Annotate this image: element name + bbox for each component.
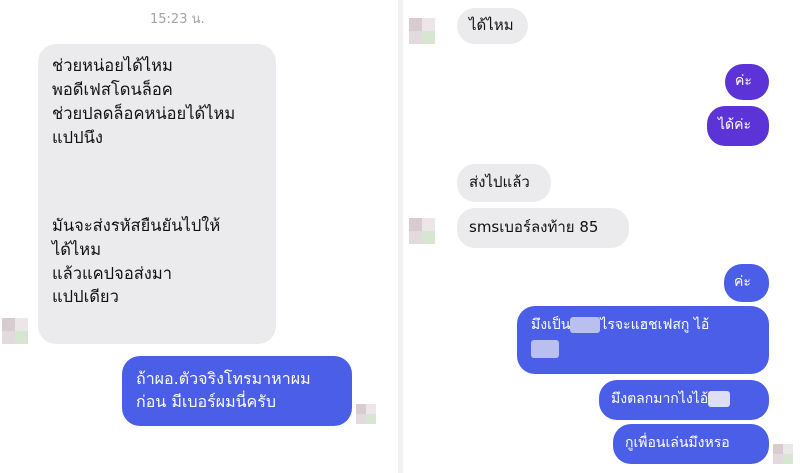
censored-blur <box>708 391 731 407</box>
message-line: แล้วแคปจอส่งมา <box>52 263 173 283</box>
message-text: ไรจะแฮชเฟสกู ไอ้ <box>600 317 710 333</box>
message-line: มึงเป็น ไรจะแฮชเฟสกู ไอ้ <box>531 315 755 335</box>
message-text: มึงตลกมากไงไอ้ <box>611 391 709 407</box>
incoming-message-bubble[interactable]: smsเบอร์ลงท้าย 85 <box>457 208 629 248</box>
incoming-message-bubble[interactable]: ได้ไหม <box>457 8 528 44</box>
outgoing-message-bubble[interactable]: ค่ะ <box>724 264 769 302</box>
censored-blur <box>570 317 601 333</box>
right-chat-panel: ได้ไหม ค่ะ ได้ค่ะ ส่งไปแล้ว smsเบอร์ลงท้… <box>403 0 800 473</box>
left-chat-panel: 15:23 น. ช่วยหน่อยได้ไหม พอดีเฟสโดนล็อค … <box>0 0 398 473</box>
message-text: มึงเป็น <box>531 317 571 333</box>
message-line: ได้ไหม <box>52 239 102 259</box>
message-text: ได้ไหม <box>469 16 514 34</box>
avatar-icon[interactable] <box>773 444 793 464</box>
outgoing-message-bubble[interactable]: กูเพื่อนเล่นมึงหรอ <box>613 424 769 464</box>
avatar-icon[interactable] <box>356 404 376 424</box>
message-text: ค่ะ <box>734 274 751 290</box>
censored-blur <box>531 340 559 359</box>
message-line: ก่อน มีเบอร์ผมนี่ครับ <box>136 392 277 412</box>
message-text: smsเบอร์ลงท้าย 85 <box>469 218 599 236</box>
outgoing-message-bubble[interactable]: มึงเป็น ไรจะแฮชเฟสกู ไอ้ <box>517 306 769 374</box>
message-line: มันจะส่งรหัสยืนยันไปให้ <box>52 215 221 235</box>
outgoing-message-bubble[interactable]: ได้ค่ะ <box>707 106 769 146</box>
message-line: แปปเดียว <box>52 287 119 307</box>
avatar-icon[interactable] <box>409 218 435 244</box>
outgoing-message-bubble[interactable]: ค่ะ <box>725 64 769 100</box>
outgoing-message-bubble[interactable]: ถ้าผอ.ตัวจริงโทรมาหาผม ก่อน มีเบอร์ผมนี่… <box>122 356 352 426</box>
message-line: ถ้าผอ.ตัวจริงโทรมาหาผม <box>136 369 311 388</box>
message-text: ได้ค่ะ <box>718 117 752 133</box>
message-gap <box>52 150 262 214</box>
avatar-icon[interactable] <box>2 318 28 344</box>
message-line <box>531 339 755 359</box>
incoming-message-bubble[interactable]: ส่งไปแล้ว <box>457 164 551 202</box>
message-line: ช่วยปลดล็อคหน่อยได้ไหม <box>52 103 236 123</box>
message-line: ช่วยหน่อยได้ไหม <box>52 56 173 75</box>
message-line: พอดีเฟสโดนล็อค <box>52 79 173 99</box>
incoming-message-bubble[interactable]: ช่วยหน่อยได้ไหม พอดีเฟสโดนล็อค ช่วยปลดล็… <box>38 44 276 344</box>
avatar-icon[interactable] <box>409 18 435 44</box>
outgoing-message-bubble[interactable]: มึงตลกมากไงไอ้ <box>599 380 769 420</box>
timestamp: 15:23 น. <box>150 12 205 27</box>
message-text: ส่งไปแล้ว <box>469 173 530 191</box>
message-line: แปปนึง <box>52 127 103 147</box>
message-text: กูเพื่อนเล่นมึงหรอ <box>625 435 730 451</box>
message-text: ค่ะ <box>735 73 752 89</box>
